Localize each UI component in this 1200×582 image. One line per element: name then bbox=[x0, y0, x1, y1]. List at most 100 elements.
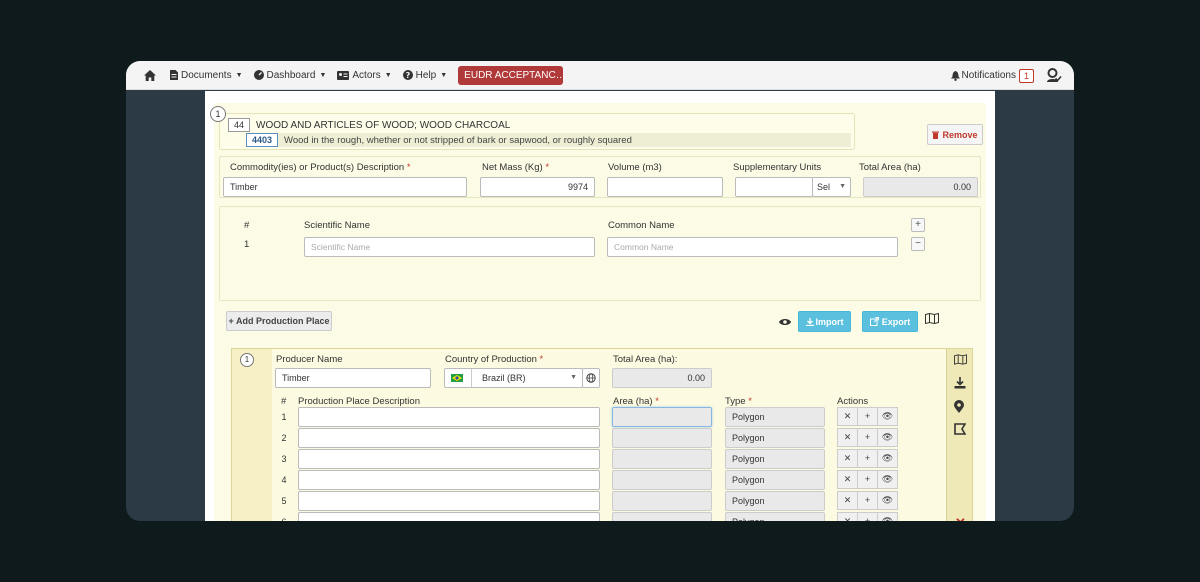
chevron-down-icon: ▼ bbox=[570, 374, 577, 381]
supplementary-units-label: Supplementary Units bbox=[733, 162, 822, 173]
dashboard-icon bbox=[253, 70, 264, 80]
producer-name-label: Producer Name bbox=[276, 354, 343, 365]
import-button[interactable]: Import bbox=[798, 311, 851, 332]
country-select[interactable]: Brazil (BR) ▼ bbox=[444, 368, 583, 388]
add-species-button[interactable]: + bbox=[911, 218, 925, 232]
row-number: 3 bbox=[281, 454, 287, 464]
export-button-label: Export bbox=[881, 316, 911, 327]
type-field: Polygon bbox=[725, 491, 825, 511]
country-label: Country of Production * bbox=[445, 354, 544, 365]
download-icon[interactable] bbox=[954, 377, 966, 392]
plus-icon[interactable]: + bbox=[857, 491, 878, 510]
place-description-input[interactable] bbox=[298, 428, 600, 448]
area-input[interactable] bbox=[612, 491, 712, 511]
view-icon[interactable]: 👁 bbox=[877, 491, 898, 510]
delete-icon[interactable]: ✕ bbox=[837, 449, 858, 468]
document-icon bbox=[170, 70, 178, 80]
hs-chapter-description: WOOD AND ARTICLES OF WOOD; WOOD CHARCOAL bbox=[256, 119, 511, 131]
close-icon[interactable]: ✕ bbox=[955, 515, 966, 521]
scientific-name-input[interactable]: Scientific Name bbox=[304, 237, 595, 257]
volume-input[interactable] bbox=[607, 177, 723, 197]
net-mass-input[interactable]: 9974 bbox=[480, 177, 595, 197]
supplementary-units-input[interactable] bbox=[735, 177, 813, 197]
map-marker-icon[interactable] bbox=[954, 400, 964, 416]
top-navbar: Documents ▼ Dashboard ▼ Actors ▼ ? Help ▼ EU… bbox=[126, 61, 1074, 90]
plus-icon[interactable]: + bbox=[857, 428, 878, 447]
eudr-acceptance-button[interactable]: EUDR ACCEPTANC… bbox=[458, 65, 564, 85]
row-number: 1 bbox=[281, 412, 287, 422]
plus-icon[interactable]: + bbox=[857, 512, 878, 521]
plus-icon[interactable]: + bbox=[857, 407, 878, 426]
export-icon bbox=[869, 317, 879, 326]
nav-help-label: Help bbox=[415, 69, 437, 81]
nav-dashboard-label: Dashboard bbox=[266, 69, 316, 81]
delete-icon[interactable]: ✕ bbox=[837, 407, 858, 426]
chevron-down-icon: ▼ bbox=[440, 71, 448, 79]
place-description-input[interactable] bbox=[298, 470, 600, 490]
description-input[interactable]: Timber bbox=[223, 177, 467, 197]
map-icon[interactable] bbox=[954, 354, 967, 368]
notifications-count-badge: 1 bbox=[1018, 68, 1034, 83]
chevron-down-icon: ▼ bbox=[384, 71, 392, 79]
plus-icon[interactable]: + bbox=[857, 449, 878, 468]
place-description-input[interactable] bbox=[298, 407, 600, 427]
remove-button[interactable]: Remove bbox=[927, 124, 983, 145]
plus-icon[interactable]: + bbox=[857, 470, 878, 489]
species-hash-header: # bbox=[244, 220, 250, 231]
globe-button[interactable] bbox=[582, 368, 600, 388]
description-label: Commodity(ies) or Product(s) Description… bbox=[230, 162, 411, 173]
home-icon[interactable] bbox=[144, 69, 159, 81]
col-actions-header: Actions bbox=[837, 396, 869, 407]
map-icon[interactable] bbox=[925, 313, 939, 324]
notifications-link[interactable]: Notifications bbox=[962, 70, 1016, 81]
col-hash-header: # bbox=[281, 396, 287, 407]
commodity-index-badge: 1 bbox=[210, 106, 226, 122]
remove-species-button[interactable]: − bbox=[911, 237, 925, 251]
area-input[interactable] bbox=[612, 470, 712, 490]
eye-icon[interactable] bbox=[779, 318, 791, 326]
place-description-input[interactable] bbox=[298, 512, 600, 521]
user-check-icon[interactable] bbox=[1046, 68, 1062, 83]
common-name-input[interactable]: Common Name bbox=[607, 237, 898, 257]
brazil-flag-icon bbox=[451, 374, 463, 382]
nav-documents[interactable]: Documents ▼ bbox=[170, 70, 243, 81]
producer-name-input[interactable]: Timber bbox=[275, 368, 431, 388]
row-number: 4 bbox=[281, 475, 287, 485]
nav-documents-label: Documents bbox=[181, 69, 232, 81]
area-input[interactable] bbox=[612, 449, 712, 469]
net-mass-label: Net Mass (Kg) * bbox=[482, 162, 550, 173]
view-icon[interactable]: 👁 bbox=[877, 428, 898, 447]
view-icon[interactable]: 👁 bbox=[877, 512, 898, 521]
export-button[interactable]: Export bbox=[862, 311, 918, 332]
bell-icon[interactable] bbox=[950, 70, 960, 81]
delete-icon[interactable]: ✕ bbox=[837, 491, 858, 510]
col-type-header: Type * bbox=[725, 396, 752, 407]
total-area-label: Total Area (ha) bbox=[859, 162, 921, 173]
nav-help[interactable]: ? Help ▼ bbox=[402, 69, 448, 81]
download-icon bbox=[805, 317, 814, 326]
place-description-input[interactable] bbox=[298, 491, 600, 511]
supplementary-units-select[interactable]: Sel ▼ bbox=[812, 177, 851, 197]
area-input[interactable] bbox=[612, 512, 712, 521]
hs-chapter-row: 44 WOOD AND ARTICLES OF WOOD; WOOD CHARC… bbox=[228, 118, 510, 132]
area-input[interactable] bbox=[612, 428, 712, 448]
polygon-draw-icon[interactable] bbox=[954, 423, 967, 438]
place-description-input[interactable] bbox=[298, 449, 600, 469]
view-icon[interactable]: 👁 bbox=[877, 449, 898, 468]
type-field: Polygon bbox=[725, 449, 825, 469]
nav-dashboard[interactable]: Dashboard ▼ bbox=[253, 69, 326, 81]
page-container: 44 WOOD AND ARTICLES OF WOOD; WOOD CHARC… bbox=[205, 91, 995, 521]
delete-icon[interactable]: ✕ bbox=[837, 470, 858, 489]
view-icon[interactable]: 👁 bbox=[877, 470, 898, 489]
type-field: Polygon bbox=[725, 407, 825, 427]
nav-actors[interactable]: Actors ▼ bbox=[337, 70, 392, 81]
delete-icon[interactable]: ✕ bbox=[837, 512, 858, 521]
view-icon[interactable]: 👁 bbox=[877, 407, 898, 426]
add-production-place-button[interactable]: + Add Production Place bbox=[226, 311, 332, 331]
commodity-form: 44 WOOD AND ARTICLES OF WOOD; WOOD CHARC… bbox=[210, 103, 986, 521]
area-input[interactable] bbox=[612, 407, 712, 427]
hs-chapter-code: 44 bbox=[228, 118, 251, 132]
chevron-down-icon: ▼ bbox=[235, 71, 243, 79]
delete-icon[interactable]: ✕ bbox=[837, 428, 858, 447]
producer-total-area-input: 0.00 bbox=[612, 368, 712, 388]
